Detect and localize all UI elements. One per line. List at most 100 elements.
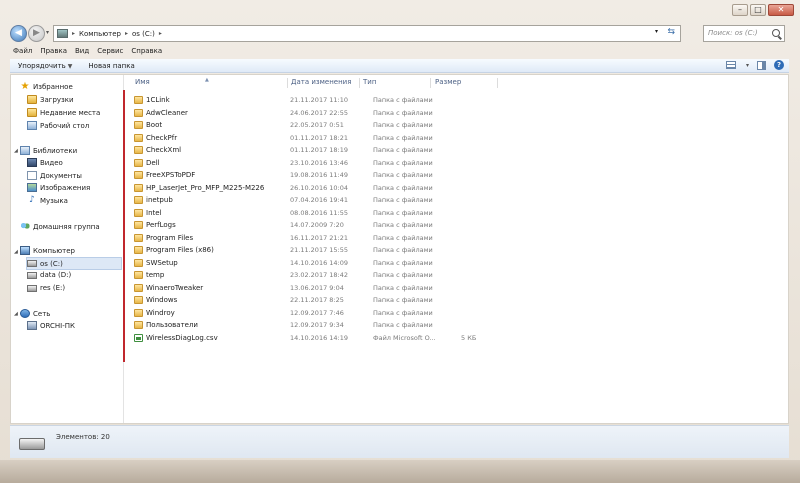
column-divider[interactable] xyxy=(287,78,288,88)
column-header-size[interactable]: Размер xyxy=(435,78,461,86)
nav-homegroup[interactable]: Домашняя группа xyxy=(20,222,100,231)
file-row[interactable]: 1CLink 21.11.2017 11:10 Папка с файлами xyxy=(125,95,465,107)
file-row[interactable]: FreeXPSToPDF 19.08.2016 11:49 Папка с файл… xyxy=(125,170,465,182)
file-type: Папка с файлами xyxy=(373,296,433,304)
nav-item-label: Недавние места xyxy=(40,108,101,117)
title-bar[interactable]: – □ ✕ xyxy=(0,0,800,22)
breadcrumb-separator[interactable]: ▸ xyxy=(159,30,162,37)
back-button[interactable]: ◀ xyxy=(10,25,27,42)
change-view-icon[interactable] xyxy=(725,61,736,69)
help-icon[interactable]: ? xyxy=(774,60,784,70)
file-row[interactable]: Program Files (x86) 21.11.2017 15:55 Папка… xyxy=(125,245,465,257)
menu-edit[interactable]: Правка xyxy=(40,46,67,58)
menu-file[interactable]: Файл xyxy=(13,46,32,58)
nav-item-downloads[interactable]: Загрузки xyxy=(27,95,74,104)
expand-network-icon[interactable]: ◢ xyxy=(14,311,18,317)
close-button[interactable]: ✕ xyxy=(768,4,794,16)
nav-item-video[interactable]: Видео xyxy=(27,158,63,167)
view-dropdown-icon[interactable]: ▾ xyxy=(746,62,749,69)
file-type: Папка с файлами xyxy=(373,171,433,179)
recent-pages-dropdown-icon[interactable]: ▾ xyxy=(46,29,49,36)
nav-item-drive-d[interactable]: data (D:) xyxy=(27,271,71,279)
nav-item-drive-e[interactable]: res (E:) xyxy=(27,284,65,292)
folder-icon xyxy=(134,283,143,292)
search-icon[interactable] xyxy=(772,29,780,37)
file-row[interactable]: PerfLogs 14.07.2009 7:20 Папка с файлами xyxy=(125,220,465,232)
file-name: Windroy xyxy=(146,308,175,317)
forward-button[interactable]: ▶ xyxy=(28,25,45,42)
folder-icon xyxy=(134,183,143,192)
column-divider[interactable] xyxy=(497,78,498,88)
breadcrumb-computer[interactable]: Компьютер xyxy=(79,30,121,38)
search-input[interactable]: Поиск: os (C:) xyxy=(703,25,785,42)
breadcrumb-separator[interactable]: ▸ xyxy=(125,30,128,37)
file-row[interactable]: Windows 22.11.2017 8:25 Папка с файлами xyxy=(125,295,465,307)
file-row[interactable]: Windroy 12.09.2017 7:46 Папка с файлами xyxy=(125,308,465,320)
expand-computer-icon[interactable]: ◢ xyxy=(14,249,18,255)
nav-item-label: Документы xyxy=(40,171,82,180)
menu-view[interactable]: Вид xyxy=(75,46,89,58)
nav-item-documents[interactable]: Документы xyxy=(27,171,82,180)
nav-item-desktop[interactable]: Рабочий стол xyxy=(27,121,89,130)
file-date: 23.02.2017 18:42 xyxy=(290,271,349,279)
file-name: 1CLink xyxy=(146,96,170,104)
file-row[interactable]: SWSetup 14.10.2016 14:09 Папка с файлами xyxy=(125,258,465,270)
address-bar[interactable]: ▸ Компьютер ▸ os (C:) ▸ ▾ ⇆ xyxy=(53,25,681,42)
file-name: Intel xyxy=(146,208,162,217)
column-header-type[interactable]: Тип xyxy=(363,78,376,86)
navigation-pane[interactable]: ★ Избранное Загрузки Недавние места Рабо… xyxy=(11,75,124,423)
file-row[interactable]: CheckXml 01.11.2017 18:19 Папка с файлами xyxy=(125,145,465,157)
file-name: PerfLogs xyxy=(146,221,176,229)
folder-icon xyxy=(134,96,143,104)
column-header-name[interactable]: Имя ▲ xyxy=(135,77,209,86)
file-date: 14.10.2016 14:09 xyxy=(290,258,349,267)
column-header-date[interactable]: Дата изменения xyxy=(291,78,351,86)
nav-libraries[interactable]: Библиотеки xyxy=(20,146,77,155)
nav-computer[interactable]: Компьютер xyxy=(20,246,75,255)
nav-item-label: ORCHI-ПК xyxy=(40,321,75,330)
nav-item-orchi-pc[interactable]: ORCHI-ПК xyxy=(27,321,75,330)
menu-help[interactable]: Справка xyxy=(131,46,162,58)
file-row[interactable]: Program Files 16.11.2017 21:21 Папка с фай… xyxy=(125,233,465,245)
file-list[interactable]: Имя ▲ Дата изменения Тип Размер 1CLink 21… xyxy=(125,75,789,423)
recent-places-icon xyxy=(27,108,37,117)
organize-button[interactable]: Упорядочить ▼ xyxy=(10,62,80,70)
new-folder-button[interactable]: Новая папка xyxy=(80,62,142,70)
file-type: Папка с файлами xyxy=(373,271,433,279)
pictures-icon xyxy=(27,183,37,192)
nav-network[interactable]: Сеть xyxy=(20,309,50,318)
file-row[interactable]: temp 23.02.2017 18:42 Папка с файлами xyxy=(125,270,465,282)
breadcrumb-drive-c[interactable]: os (C:) xyxy=(132,30,155,38)
nav-favorites-label: Избранное xyxy=(33,82,73,91)
address-dropdown-icon[interactable]: ▾ xyxy=(655,28,658,35)
drive-icon xyxy=(19,438,45,450)
column-divider[interactable] xyxy=(359,78,360,88)
nav-item-pictures[interactable]: Изображения xyxy=(27,183,90,192)
nav-item-drive-c[interactable]: os (C:) xyxy=(26,257,122,270)
breadcrumb-separator[interactable]: ▸ xyxy=(72,30,75,37)
file-type: Папка с файлами xyxy=(373,283,433,292)
nav-item-label: Загрузки xyxy=(40,95,74,104)
refresh-icon[interactable]: ⇆ xyxy=(667,27,675,37)
file-row[interactable]: Boot 22.05.2017 0:51 Папка с файлами xyxy=(125,120,465,132)
expand-libraries-icon[interactable]: ◢ xyxy=(14,148,18,154)
file-row[interactable]: WinaeroTweaker 13.06.2017 9:04 Папка с фай… xyxy=(125,283,465,295)
file-row[interactable]: AdwCleaner 24.06.2017 22:55 Папка с файлам… xyxy=(125,108,465,120)
file-row[interactable]: Dell 23.10.2016 13:46 Папка с файлами xyxy=(125,158,465,170)
file-row[interactable]: HP_LaserJet_Pro_MFP_M225-M226 26.10.2016 … xyxy=(125,183,465,195)
nav-favorites[interactable]: ★ Избранное xyxy=(20,81,73,92)
file-row[interactable]: WirelessDiagLog.csv 14.10.2016 14:19 Файл … xyxy=(125,333,476,345)
star-icon: ★ xyxy=(20,81,30,92)
nav-item-recent-places[interactable]: Недавние места xyxy=(27,108,100,117)
file-date: 19.08.2016 11:49 xyxy=(290,171,349,179)
nav-item-music[interactable]: ♪ Музыка xyxy=(27,196,68,205)
minimize-button[interactable]: – xyxy=(732,4,748,16)
file-row[interactable]: CheckPfr 01.11.2017 18:21 Папка с файлами xyxy=(125,133,465,145)
maximize-button[interactable]: □ xyxy=(750,4,766,16)
preview-pane-icon[interactable] xyxy=(757,60,766,70)
menu-tools[interactable]: Сервис xyxy=(97,46,123,58)
file-row[interactable]: Intel 08.08.2016 11:55 Папка с файлами xyxy=(125,208,465,220)
file-row[interactable]: Пользователи 12.09.2017 9:34 Папка с файла… xyxy=(125,320,465,332)
file-row[interactable]: inetpub 07.04.2016 19:41 Папка с файлами xyxy=(125,195,465,207)
column-divider[interactable] xyxy=(430,78,431,88)
